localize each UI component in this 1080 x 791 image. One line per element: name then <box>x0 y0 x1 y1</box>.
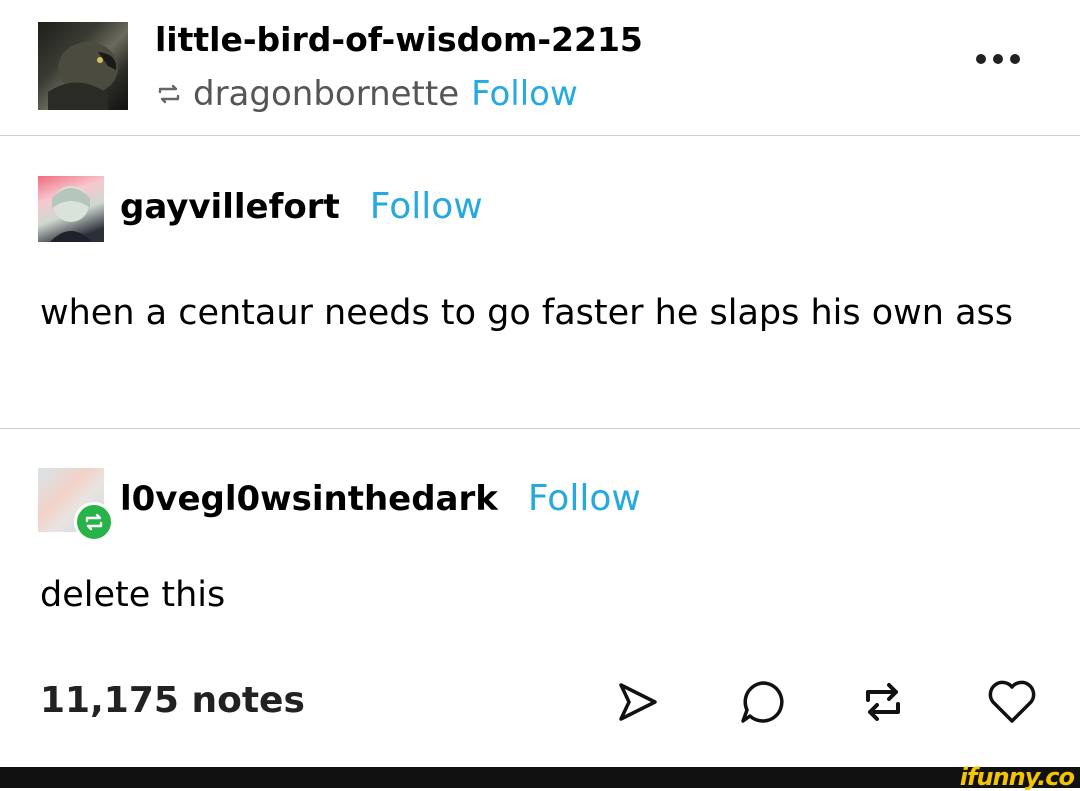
post-text: when a centaur needs to go faster he sla… <box>40 293 1014 333</box>
follow-button[interactable]: Follow <box>370 186 483 227</box>
reblog-badge-icon <box>74 502 114 542</box>
post-username[interactable]: gayvillefort <box>120 187 340 227</box>
watermark-bar <box>0 767 1080 788</box>
more-icon[interactable] <box>976 54 1020 64</box>
follow-button[interactable]: Follow <box>528 478 641 519</box>
notes-count[interactable]: 11,175 notes <box>40 680 305 721</box>
heart-icon[interactable] <box>985 678 1039 730</box>
blog-avatar[interactable] <box>38 22 128 110</box>
reblog-icon[interactable] <box>858 678 908 730</box>
watermark: ifunny.co <box>959 763 1075 791</box>
reblogged-from-name[interactable]: dragonbornette <box>193 74 459 114</box>
post-header: l0vegl0wsinthedark Follow <box>120 478 641 519</box>
post-actions <box>615 678 1045 728</box>
share-icon[interactable] <box>615 680 661 728</box>
post-username[interactable]: l0vegl0wsinthedark <box>120 479 498 519</box>
header-follow-button[interactable]: Follow <box>471 74 578 114</box>
divider <box>0 135 1080 136</box>
avatar[interactable] <box>38 176 104 242</box>
divider <box>0 428 1080 429</box>
post-header: gayvillefort Follow <box>120 186 483 227</box>
reblog-line: dragonbornette Follow <box>157 74 578 114</box>
blog-username[interactable]: little-bird-of-wisdom-2215 <box>155 20 643 59</box>
reblog-icon <box>157 74 181 114</box>
reply-icon[interactable] <box>738 678 788 730</box>
post-text: delete this <box>40 575 226 615</box>
